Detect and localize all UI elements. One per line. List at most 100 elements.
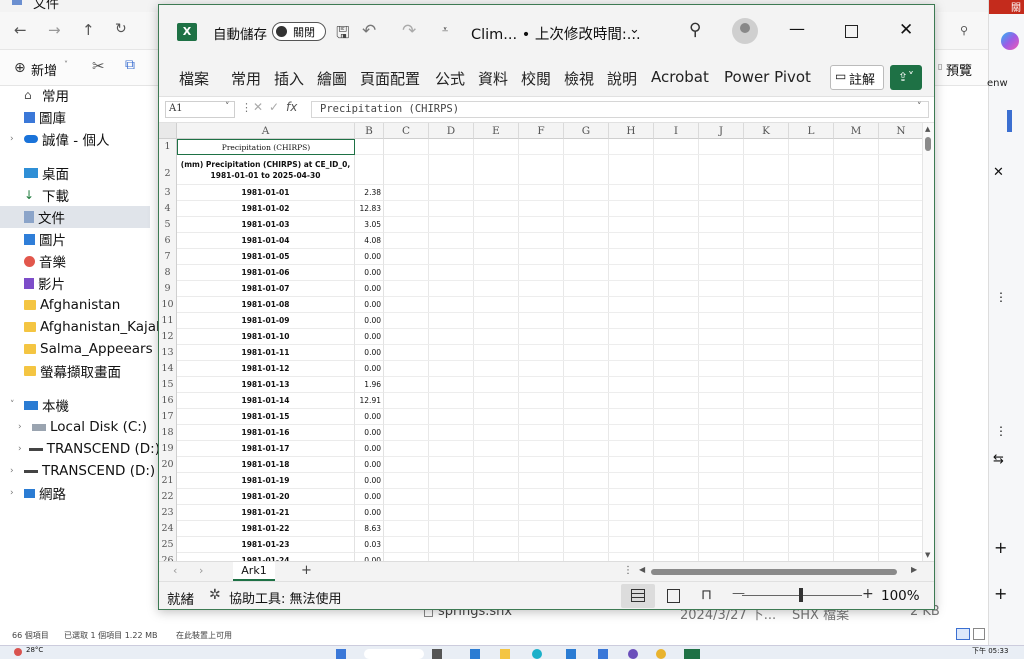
- tab-review[interactable]: 校閱: [521, 68, 551, 89]
- plus-icon[interactable]: ⊕: [14, 60, 26, 76]
- search-icon[interactable]: ⚲: [689, 20, 701, 40]
- cell[interactable]: [355, 139, 384, 155]
- scroll-down-icon[interactable]: ▼: [925, 551, 930, 559]
- forward-icon[interactable]: →: [48, 21, 61, 39]
- copy-icon[interactable]: ⧉: [125, 57, 135, 73]
- sidebar-item-network[interactable]: › 網路: [10, 482, 160, 504]
- column-header[interactable]: B: [355, 123, 384, 139]
- scroll-right-icon[interactable]: ▶: [911, 565, 917, 574]
- column-header[interactable]: A: [177, 123, 355, 139]
- column-header[interactable]: N: [879, 123, 922, 139]
- cell[interactable]: 0.03: [355, 537, 384, 553]
- scrollbar-thumb[interactable]: [925, 137, 931, 151]
- accessibility-status[interactable]: 協助工具: 無法使用: [229, 588, 342, 607]
- normal-view-button[interactable]: [621, 584, 655, 608]
- row-header[interactable]: 20: [159, 457, 177, 473]
- sidebar-item-videos[interactable]: 影片: [10, 272, 160, 294]
- excel-taskbar-icon[interactable]: [684, 649, 700, 659]
- cell[interactable]: 1981-01-21: [177, 505, 355, 521]
- autosave-toggle[interactable]: 關閉: [272, 22, 326, 41]
- sidebar-item-onedrive[interactable]: › 誠偉 - 個人: [10, 128, 160, 150]
- cell[interactable]: 1981-01-12: [177, 361, 355, 377]
- cell[interactable]: 12.91: [355, 393, 384, 409]
- column-header[interactable]: I: [654, 123, 699, 139]
- expand-chevron-icon[interactable]: ›: [10, 466, 24, 476]
- sidebar-item-music[interactable]: 音樂: [10, 250, 160, 272]
- sidebar-item-folder[interactable]: Salma_Appeears: [10, 338, 160, 360]
- row-header[interactable]: 22: [159, 489, 177, 505]
- row-header[interactable]: 8: [159, 265, 177, 281]
- save-icon[interactable]: 🖫: [336, 22, 350, 49]
- preview-button[interactable]: 預覽: [946, 60, 972, 79]
- row-header[interactable]: 9: [159, 281, 177, 297]
- row-header[interactable]: 5: [159, 217, 177, 233]
- horizontal-scrollbar-thumb[interactable]: [651, 569, 897, 575]
- zoom-slider-thumb[interactable]: [799, 588, 803, 602]
- cell[interactable]: 1981-01-14: [177, 393, 355, 409]
- column-header[interactable]: K: [744, 123, 789, 139]
- tab-draw[interactable]: 繪圖: [317, 68, 347, 89]
- sidebar-item-folder[interactable]: 螢幕擷取畫面: [10, 360, 160, 382]
- row-header[interactable]: 17: [159, 409, 177, 425]
- search-box[interactable]: [364, 649, 424, 659]
- cell[interactable]: 0.00: [355, 441, 384, 457]
- undo-icon[interactable]: ↶: [362, 21, 376, 41]
- cell[interactable]: 0.00: [355, 457, 384, 473]
- cell[interactable]: 1981-01-05: [177, 249, 355, 265]
- more-icon[interactable]: ⋮: [995, 424, 1007, 438]
- cell[interactable]: 1981-01-15: [177, 409, 355, 425]
- cell[interactable]: 1981-01-03: [177, 217, 355, 233]
- sidebar-item-pictures[interactable]: 圖片: [10, 228, 160, 250]
- copilot-icon[interactable]: [1001, 32, 1019, 50]
- taskview-icon[interactable]: [432, 649, 442, 659]
- column-header[interactable]: E: [474, 123, 519, 139]
- up-icon[interactable]: ↑: [82, 21, 95, 39]
- search-icon[interactable]: ⚲: [960, 24, 968, 37]
- cell[interactable]: 0.00: [355, 313, 384, 329]
- cell[interactable]: 12.83: [355, 201, 384, 217]
- insert-function-icon[interactable]: fx: [286, 100, 297, 114]
- row-header[interactable]: 23: [159, 505, 177, 521]
- zoom-in-icon[interactable]: +: [862, 586, 874, 602]
- outlook-icon[interactable]: [566, 649, 576, 659]
- worksheet-grid[interactable]: ABCDEFGHIJKLMN 1 Precipitation (CHIRPS) 2(…: [159, 123, 922, 561]
- sidebar-item-usb-drive[interactable]: › TRANSCEND (D:): [10, 438, 160, 460]
- cell[interactable]: 1981-01-08: [177, 297, 355, 313]
- start-icon[interactable]: [336, 649, 346, 659]
- tab-page-layout[interactable]: 頁面配置: [360, 68, 420, 89]
- enter-icon[interactable]: ✓: [269, 100, 279, 114]
- cell[interactable]: 0.00: [355, 281, 384, 297]
- cell[interactable]: (mm) Precipitation (CHIRPS) at CE_ID_0, …: [177, 155, 355, 185]
- tiles-view-icon[interactable]: [973, 628, 985, 640]
- cell[interactable]: 0.00: [355, 489, 384, 505]
- cell[interactable]: 0.00: [355, 361, 384, 377]
- app-icon[interactable]: [532, 649, 542, 659]
- row-header[interactable]: 21: [159, 473, 177, 489]
- cell[interactable]: 4.08: [355, 233, 384, 249]
- add-icon[interactable]: +: [994, 538, 1007, 557]
- column-header[interactable]: C: [384, 123, 429, 139]
- cell[interactable]: 1.96: [355, 377, 384, 393]
- customize-toolbar-icon[interactable]: ⩡: [442, 23, 448, 37]
- formula-input[interactable]: Precipitation (CHIRPS): [311, 101, 929, 118]
- sidebar-item-local-disk[interactable]: › Local Disk (C:): [10, 416, 160, 438]
- row-header[interactable]: 12: [159, 329, 177, 345]
- column-header[interactable]: D: [429, 123, 474, 139]
- row-header[interactable]: 7: [159, 249, 177, 265]
- sidebar-item-documents[interactable]: 文件: [0, 206, 150, 228]
- expand-chevron-icon[interactable]: ˅: [10, 400, 24, 410]
- cell[interactable]: 1981-01-09: [177, 313, 355, 329]
- column-header[interactable]: M: [834, 123, 879, 139]
- tab-acrobat[interactable]: Acrobat: [651, 68, 709, 86]
- cell[interactable]: [355, 155, 384, 185]
- chrome-icon[interactable]: [656, 649, 666, 659]
- sidebar-item-usb-drive[interactable]: › TRANSCEND (D:): [10, 460, 160, 482]
- row-header[interactable]: 3: [159, 185, 177, 201]
- scroll-up-icon[interactable]: ▲: [925, 125, 930, 133]
- row-header[interactable]: 15: [159, 377, 177, 393]
- row-header[interactable]: 13: [159, 345, 177, 361]
- expand-chevron-icon[interactable]: ›: [10, 488, 24, 498]
- cell[interactable]: 1981-01-02: [177, 201, 355, 217]
- cell[interactable]: 0.00: [355, 409, 384, 425]
- more-icon[interactable]: ⋮: [995, 290, 1007, 304]
